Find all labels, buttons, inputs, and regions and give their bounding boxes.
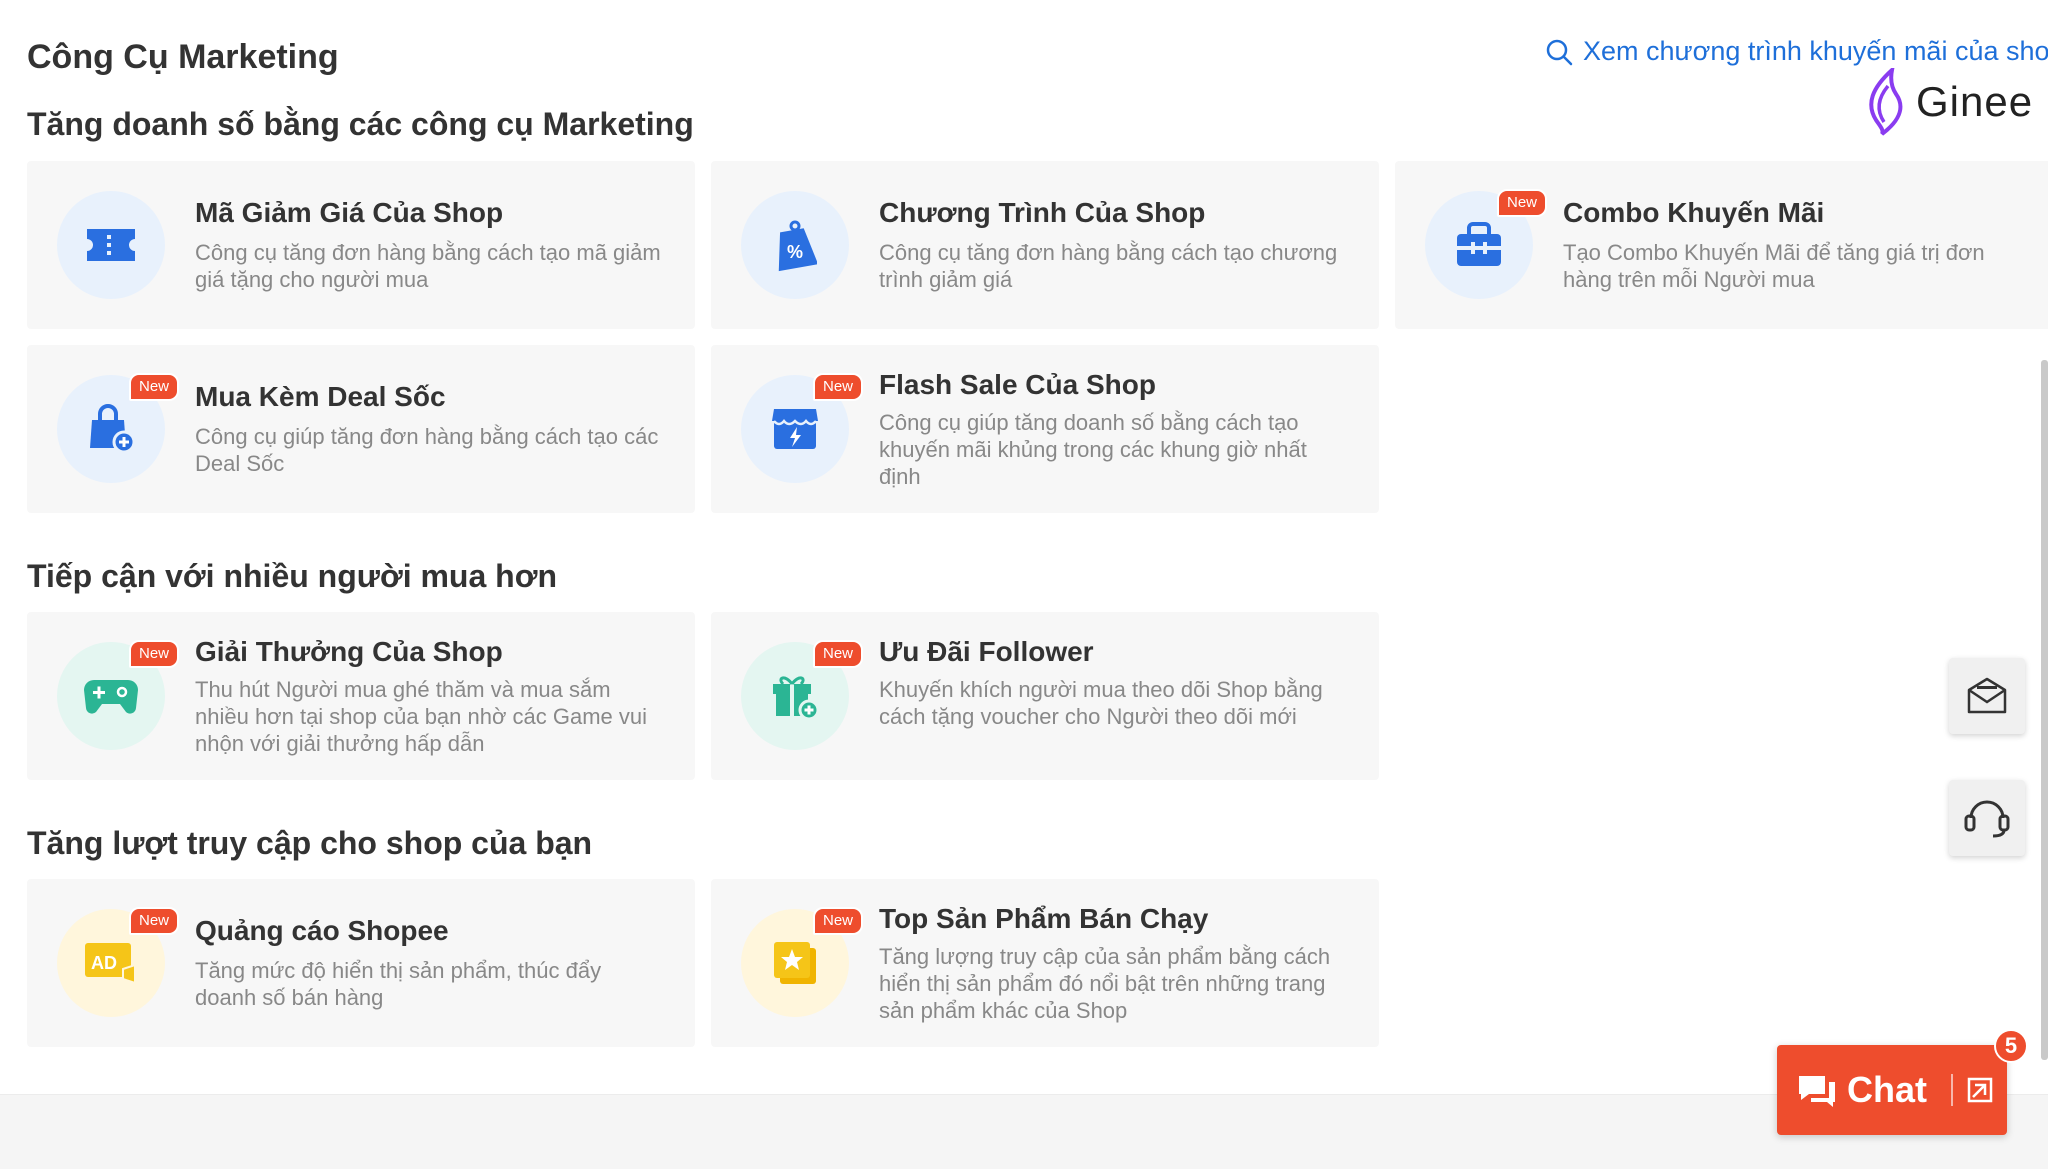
card-title: Mã Giảm Giá Của Shop bbox=[195, 197, 504, 228]
card-shop-voucher[interactable]: Mã Giảm Giá Của Shop Công cụ tăng đơn hà… bbox=[27, 161, 695, 329]
chat-button[interactable]: Chat bbox=[1777, 1045, 2007, 1135]
card-title: Mua Kèm Deal Sốc bbox=[195, 381, 446, 412]
card-follower-offer[interactable]: New Ưu Đãi Follower Khuyến khích người m… bbox=[711, 612, 1379, 780]
page-title: Công Cụ Marketing bbox=[27, 38, 339, 76]
support-button[interactable] bbox=[1949, 780, 2025, 856]
card-description: Khuyến khích người mua theo dõi Shop bằn… bbox=[879, 677, 1323, 729]
ad-icon: AD bbox=[85, 943, 136, 985]
card-title: Chương Trình Của Shop bbox=[879, 197, 1206, 228]
card-description: Công cụ giúp tăng đơn hàng bằng cách tạo… bbox=[195, 424, 659, 476]
envelope-icon bbox=[1967, 677, 2007, 714]
view-shop-promotions-link[interactable]: Xem chương trình khuyến mãi của shop bbox=[1545, 36, 2048, 67]
gamepad-icon bbox=[84, 680, 138, 714]
card-title: Giải Thưởng Của Shop bbox=[195, 636, 503, 667]
card-description: Công cụ giúp tăng doanh số bằng cách tạo… bbox=[879, 410, 1307, 489]
card-description: Tăng mức độ hiển thị sản phẩm, thúc đẩy … bbox=[195, 958, 602, 1010]
svg-text:%: % bbox=[787, 242, 803, 262]
card-shopee-ads[interactable]: AD New Quảng cáo Shopee Tăng mức độ hiển… bbox=[27, 879, 695, 1047]
card-top-products[interactable]: New Top Sản Phẩm Bán Chạy Tăng lượng tru… bbox=[711, 879, 1379, 1047]
chat-label: Chat bbox=[1847, 1069, 1927, 1110]
ticket-icon bbox=[87, 229, 135, 261]
card-description: Công cụ tăng đơn hàng bằng cách tạo mã g… bbox=[195, 240, 661, 292]
headset-icon bbox=[1964, 800, 2010, 838]
ad-icon-text: AD bbox=[91, 953, 117, 973]
gift-bag-icon bbox=[1457, 222, 1501, 266]
minimize-icon[interactable] bbox=[1967, 1077, 1993, 1103]
card-description: Tăng lượng truy cập của sản phẩm bằng cá… bbox=[879, 944, 1331, 1023]
chat-bubble-icon bbox=[1799, 1076, 1835, 1107]
section-title-boost-sales: Tăng doanh số bằng các công cụ Marketing bbox=[27, 106, 694, 142]
card-title: Ưu Đãi Follower bbox=[879, 636, 1094, 667]
new-badge: New bbox=[129, 640, 180, 668]
new-badge: New bbox=[129, 373, 180, 401]
card-title: Flash Sale Của Shop bbox=[879, 369, 1156, 400]
discount-tag-icon: % bbox=[778, 220, 817, 272]
card-shop-program[interactable]: % Chương Trình Của Shop Công cụ tăng đơn… bbox=[711, 161, 1379, 329]
card-title: Combo Khuyến Mãi bbox=[1563, 197, 1825, 228]
card-icon-container: % bbox=[741, 191, 849, 299]
card-flash-sale[interactable]: New Flash Sale Của Shop Công cụ giúp tăn… bbox=[711, 345, 1379, 513]
card-icon-container: New bbox=[57, 640, 180, 750]
card-icon-container: New bbox=[741, 907, 864, 1017]
card-icon-container bbox=[57, 191, 165, 299]
new-badge: New bbox=[129, 907, 180, 935]
search-icon bbox=[1546, 39, 1573, 65]
message-button[interactable] bbox=[1949, 658, 2025, 734]
ginee-logo-text: Ginee bbox=[1916, 78, 2034, 125]
marketing-tools-page: Công Cụ Marketing Xem chương trình khuyế… bbox=[0, 0, 2048, 1094]
shopping-bag-plus-icon bbox=[90, 404, 136, 454]
new-badge: New bbox=[813, 907, 864, 935]
card-combo-promotion[interactable]: New Combo Khuyến Mãi Tạo Combo Khuyến Mã… bbox=[1395, 161, 2048, 329]
chat-unread-badge: 5 bbox=[1994, 1029, 2028, 1063]
ginee-logo: Ginee bbox=[1860, 66, 2040, 138]
ginee-leaf-icon bbox=[1869, 68, 1903, 136]
card-icon-container: New bbox=[1425, 189, 1548, 299]
card-description: Công cụ tăng đơn hàng bằng cách tạo chươ… bbox=[879, 240, 1338, 292]
flash-store-icon bbox=[772, 409, 818, 449]
card-icon-container: New bbox=[741, 640, 864, 750]
section-title-reach-buyers: Tiếp cận với nhiều người mua hơn bbox=[27, 558, 557, 594]
section-title-increase-traffic: Tăng lượt truy cập cho shop của bạn bbox=[27, 825, 593, 861]
card-icon-container: AD New bbox=[57, 907, 180, 1017]
page-scrollbar[interactable] bbox=[2041, 360, 2048, 1060]
new-badge: New bbox=[813, 640, 864, 668]
card-description: Thu hút Người mua ghé thăm và mua sắm nh… bbox=[195, 677, 648, 756]
gift-plus-icon bbox=[773, 676, 820, 721]
page-footer-band bbox=[0, 1094, 2048, 1169]
card-icon-container: New bbox=[741, 373, 864, 483]
card-add-on-deal[interactable]: New Mua Kèm Deal Sốc Công cụ giúp tăng đ… bbox=[27, 345, 695, 513]
new-badge: New bbox=[813, 373, 864, 401]
chat-divider bbox=[1951, 1074, 1953, 1106]
card-title: Quảng cáo Shopee bbox=[195, 915, 449, 946]
new-badge: New bbox=[1497, 189, 1548, 217]
card-icon-container: New bbox=[57, 373, 180, 483]
view-shop-promotions-label: Xem chương trình khuyến mãi của shop bbox=[1583, 36, 2048, 66]
card-shop-prize[interactable]: New Giải Thưởng Của Shop Thu hút Người m… bbox=[27, 612, 695, 780]
card-title: Top Sản Phẩm Bán Chạy bbox=[879, 903, 1209, 934]
star-product-icon bbox=[774, 942, 816, 984]
card-description: Tạo Combo Khuyến Mãi để tăng giá trị đơn… bbox=[1563, 240, 1985, 292]
